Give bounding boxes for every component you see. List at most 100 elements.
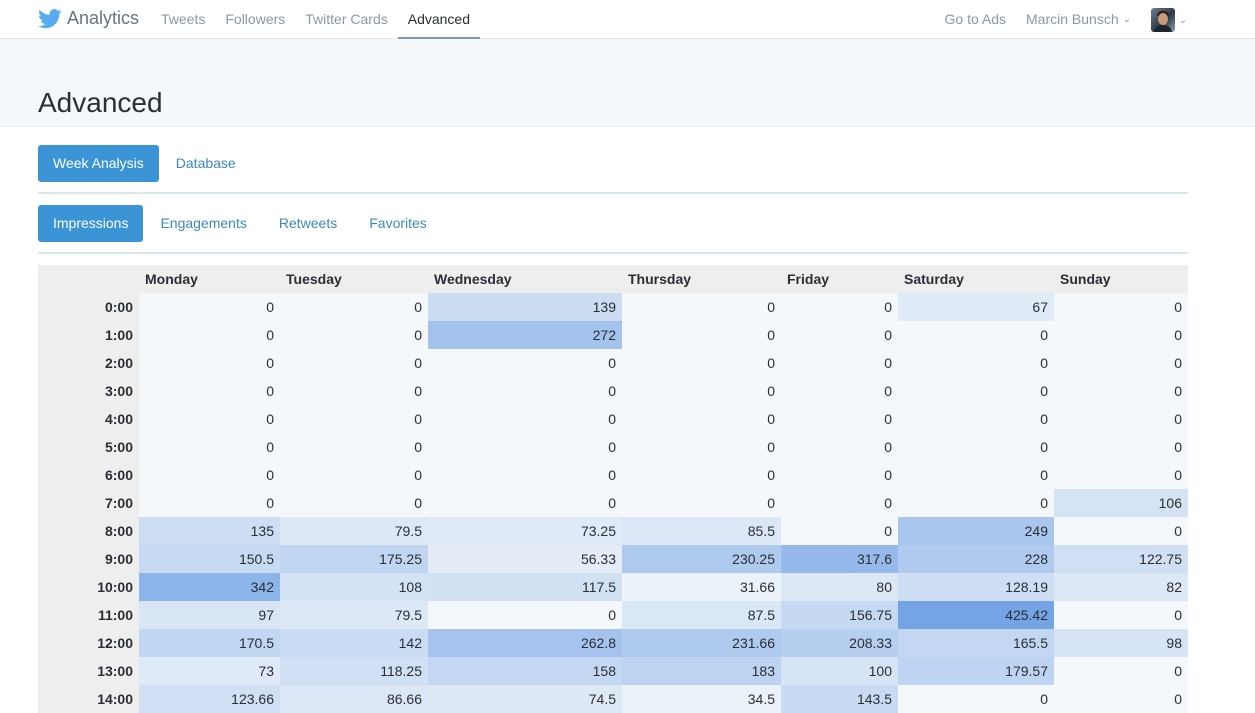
value-cell: 0 [781,293,898,321]
value-cell: 317.6 [781,545,898,573]
value-cell: 0 [139,321,280,349]
metric-tabs: Impressions Engagements Retweets Favorit… [38,205,1188,242]
value-cell: 142 [280,629,428,657]
value-cell: 0 [1054,293,1188,321]
divider [38,252,1188,254]
value-cell: 0 [781,321,898,349]
value-cell: 165.5 [898,629,1054,657]
value-cell: 0 [139,489,280,517]
nav-tweets[interactable]: Tweets [151,0,215,38]
hour-label: 11:00 [38,601,139,629]
value-cell: 0 [280,293,428,321]
week-heatmap-table: Monday Tuesday Wednesday Thursday Friday… [38,265,1188,713]
value-cell: 98 [1054,629,1188,657]
hour-label: 6:00 [38,461,139,489]
table-row: 5:00 0 0 0 0 0 0 0 [38,433,1188,461]
value-cell: 79.5 [280,517,428,545]
table-row: 12:00 170.5 142 262.8 231.66 208.33 165.5 98 [38,629,1188,657]
value-cell: 150.5 [139,545,280,573]
tab-engagements[interactable]: Engagements [145,205,261,242]
table-row: 1:00 0 0 272 0 0 0 0 [38,321,1188,349]
column-header: Saturday [898,265,1054,293]
column-header: Tuesday [280,265,428,293]
value-cell: 0 [139,293,280,321]
tab-database[interactable]: Database [161,145,251,182]
nav-advanced[interactable]: Advanced [397,0,481,40]
value-cell: 0 [1054,601,1188,629]
value-cell: 0 [280,321,428,349]
value-cell: 0 [622,321,781,349]
corner-cell [38,265,139,293]
value-cell: 87.5 [622,601,781,629]
table-row: 0:00 0 0 139 0 0 67 0 [38,293,1188,321]
value-cell: 143.5 [781,685,898,713]
value-cell: 0 [781,349,898,377]
value-cell: 139 [428,293,622,321]
value-cell: 135 [139,517,280,545]
hour-label: 9:00 [38,545,139,573]
value-cell: 0 [781,433,898,461]
value-cell: 0 [1054,517,1188,545]
hour-label: 12:00 [38,629,139,657]
go-to-ads-link[interactable]: Go to Ads [945,11,1006,27]
value-cell: 0 [280,433,428,461]
value-cell: 425.42 [898,601,1054,629]
brand[interactable]: Analytics [38,8,139,29]
divider [38,192,1188,194]
nav-links: Tweets Followers Twitter Cards Advanced [151,0,481,40]
value-cell: 0 [428,349,622,377]
hour-label: 4:00 [38,405,139,433]
value-cell: 179.57 [898,657,1054,685]
table-row: 14:00 123.66 86.66 74.5 34.5 143.5 0 0 [38,685,1188,713]
value-cell: 79.5 [280,601,428,629]
value-cell: 0 [280,349,428,377]
value-cell: 342 [139,573,280,601]
value-cell: 262.8 [428,629,622,657]
hour-label: 1:00 [38,321,139,349]
hour-label: 5:00 [38,433,139,461]
value-cell: 0 [1054,377,1188,405]
top-nav: Analytics Tweets Followers Twitter Cards… [0,0,1255,40]
value-cell: 183 [622,657,781,685]
value-cell: 0 [898,433,1054,461]
chevron-down-icon: ⌄ [1122,13,1131,25]
table-row: 8:00 135 79.5 73.25 85.5 0 249 0 [38,517,1188,545]
table-row: 2:00 0 0 0 0 0 0 0 [38,349,1188,377]
value-cell: 67 [898,293,1054,321]
hour-label: 2:00 [38,349,139,377]
table-row: 10:00 342 108 117.5 31.66 80 128.19 82 [38,573,1188,601]
value-cell: 0 [1054,349,1188,377]
value-cell: 228 [898,545,1054,573]
tab-week-analysis[interactable]: Week Analysis [38,145,159,182]
column-header: Wednesday [428,265,622,293]
tab-impressions[interactable]: Impressions [38,205,144,242]
user-menu[interactable]: Marcin Bunsch ⌄ [1026,11,1131,27]
value-cell: 0 [622,433,781,461]
value-cell: 74.5 [428,685,622,713]
value-cell: 0 [428,377,622,405]
tab-retweets[interactable]: Retweets [264,205,352,242]
value-cell: 249 [898,517,1054,545]
value-cell: 0 [898,377,1054,405]
hour-label: 3:00 [38,377,139,405]
value-cell: 0 [428,489,622,517]
nav-twitter-cards[interactable]: Twitter Cards [295,0,397,38]
value-cell: 123.66 [139,685,280,713]
value-cell: 170.5 [139,629,280,657]
nav-followers[interactable]: Followers [215,0,295,38]
value-cell: 0 [622,405,781,433]
value-cell: 0 [428,433,622,461]
value-cell: 230.25 [622,545,781,573]
column-header: Sunday [1054,265,1188,293]
tab-favorites[interactable]: Favorites [354,205,442,242]
value-cell: 0 [898,321,1054,349]
value-cell: 31.66 [622,573,781,601]
value-cell: 0 [1054,433,1188,461]
value-cell: 0 [139,405,280,433]
value-cell: 0 [280,461,428,489]
avatar-menu[interactable]: ⌄ [1150,8,1187,32]
value-cell: 272 [428,321,622,349]
user-name: Marcin Bunsch [1026,11,1119,27]
brand-name: Analytics [67,8,140,28]
value-cell: 0 [622,293,781,321]
